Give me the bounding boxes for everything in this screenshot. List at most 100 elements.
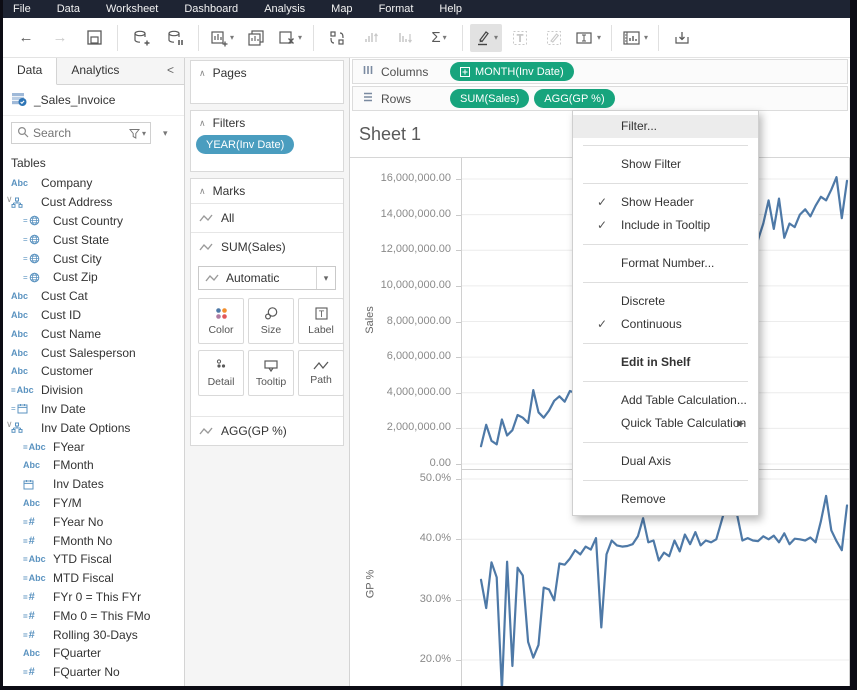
tab-analytics[interactable]: Analytics [57, 58, 133, 84]
marks-item-sum-sales[interactable]: SUM(Sales) [191, 232, 343, 261]
field-cust-salesperson[interactable]: AbcCust Salesperson [3, 343, 184, 362]
undo-icon[interactable]: ← [10, 24, 42, 52]
menu-item-format-number[interactable]: Format Number... [573, 252, 758, 275]
sort-descending-icon[interactable] [389, 24, 421, 52]
menu-map[interactable]: Map [318, 0, 365, 18]
menu-item-remove[interactable]: Remove [573, 488, 758, 511]
label-button[interactable]: T Label [298, 298, 344, 344]
field-fquarter[interactable]: AbcFQuarter [3, 644, 184, 663]
search-box[interactable]: ▾ [11, 122, 151, 144]
collapse-card-icon[interactable]: ∧ [199, 186, 206, 197]
menu-item-dual-axis[interactable]: Dual Axis [573, 450, 758, 473]
redo-icon[interactable]: → [44, 24, 76, 52]
field-inv-dates[interactable]: Inv Dates [3, 475, 184, 494]
datasource-row[interactable]: _Sales_Invoice [3, 85, 184, 116]
search-input[interactable] [29, 125, 119, 141]
field-fyear[interactable]: =AbcFYear [3, 437, 184, 456]
collapse-panel-icon[interactable]: < [157, 58, 184, 84]
field-company[interactable]: AbcCompany [3, 174, 184, 193]
field-inv-date-options[interactable]: ∨Inv Date Options [3, 418, 184, 437]
menu-item-quick-table-calculation[interactable]: Quick Table Calculation▶ [573, 412, 758, 435]
field-fmonth-no[interactable]: =#FMonth No [3, 531, 184, 550]
filter-pill-year-inv-date[interactable]: YEAR(Inv Date) [196, 135, 294, 154]
marks-item-agg-gp[interactable]: AGG(GP %) [191, 416, 343, 445]
marks-item-all[interactable]: All [191, 203, 343, 232]
field-mtd-fiscal[interactable]: =AbcMTD Fiscal [3, 569, 184, 588]
menu-help[interactable]: Help [426, 0, 475, 18]
rows-shelf[interactable]: Rows SUM(Sales)AGG(GP %) [352, 86, 848, 111]
menu-item-add-table-calculation[interactable]: Add Table Calculation... [573, 389, 758, 412]
save-icon[interactable] [78, 24, 110, 52]
field-fmo-0-this-fmo[interactable]: =#FMo 0 = This FMo [3, 606, 184, 625]
field-division[interactable]: =AbcDivision [3, 381, 184, 400]
sort-ascending-icon[interactable] [355, 24, 387, 52]
collapse-card-icon[interactable]: ∧ [199, 118, 206, 129]
field-fquarter-no[interactable]: =#FQuarter No [3, 663, 184, 682]
menu-item-continuous[interactable]: ✓Continuous [573, 313, 758, 336]
field-cust-country[interactable]: =Cust Country [3, 212, 184, 231]
expand-pill-icon[interactable] [460, 67, 470, 77]
toolbar-separator [117, 25, 118, 51]
menu-file[interactable]: File [0, 0, 44, 18]
field-fyear-no[interactable]: =#FYear No [3, 512, 184, 531]
clear-sheet-icon[interactable]: ▾ [274, 24, 306, 52]
pill-sum-sales-[interactable]: SUM(Sales) [450, 89, 529, 108]
menu-data[interactable]: Data [44, 0, 93, 18]
menu-item-show-filter[interactable]: Show Filter [573, 153, 758, 176]
menu-format[interactable]: Format [366, 0, 427, 18]
tab-data[interactable]: Data [3, 58, 57, 85]
columns-shelf[interactable]: Columns MONTH(Inv Date) [352, 59, 848, 84]
menu-analysis[interactable]: Analysis [251, 0, 318, 18]
collapse-card-icon[interactable]: ∧ [199, 68, 206, 79]
pause-auto-updates-icon[interactable] [159, 24, 191, 52]
field-cust-zip[interactable]: =Cust Zip [3, 268, 184, 287]
show-me-icon[interactable]: ▾ [619, 24, 651, 52]
menu-item-filter[interactable]: Filter... [573, 115, 758, 138]
menu-item-show-header[interactable]: ✓Show Header [573, 191, 758, 214]
menu-item-include-in-tooltip[interactable]: ✓Include in Tooltip [573, 214, 758, 237]
field-cust-id[interactable]: AbcCust ID [3, 306, 184, 325]
svg-text:T: T [318, 309, 324, 319]
field-fmonth[interactable]: AbcFMonth [3, 456, 184, 475]
menu-item-edit-in-shelf[interactable]: Edit in Shelf [573, 351, 758, 374]
expander-chevron-icon[interactable]: ∨ [6, 419, 13, 430]
pill-month-inv-date-[interactable]: MONTH(Inv Date) [450, 62, 574, 81]
field-cust-name[interactable]: AbcCust Name [3, 324, 184, 343]
menu-item-discrete[interactable]: Discrete [573, 290, 758, 313]
pill-agg-gp-[interactable]: AGG(GP %) [534, 89, 614, 108]
format-workbook-icon[interactable] [538, 24, 570, 52]
field-cust-address[interactable]: ∨Cust Address [3, 193, 184, 212]
menu-separator [583, 442, 748, 443]
new-worksheet-icon[interactable]: ▾ [206, 24, 238, 52]
field-cust-cat[interactable]: AbcCust Cat [3, 287, 184, 306]
field-cust-city[interactable]: =Cust City [3, 249, 184, 268]
expander-chevron-icon[interactable]: ∨ [6, 194, 13, 205]
show-mark-labels-icon[interactable]: T [504, 24, 536, 52]
size-button[interactable]: Size [248, 298, 294, 344]
mark-type-dropdown[interactable]: Automatic ▾ [198, 266, 336, 290]
field-customer[interactable]: AbcCustomer [3, 362, 184, 381]
color-button[interactable]: Color [198, 298, 244, 344]
duplicate-sheet-icon[interactable] [240, 24, 272, 52]
axis-tick-label: 12,000,000.00 [381, 243, 451, 255]
field-rolling-30-days[interactable]: =#Rolling 30-Days [3, 625, 184, 644]
fit-selector-icon[interactable]: ▾ [572, 24, 604, 52]
field-cust-state[interactable]: =Cust State [3, 230, 184, 249]
add-datasource-icon[interactable] [125, 24, 157, 52]
menu-dashboard[interactable]: Dashboard [171, 0, 251, 18]
toolbar-separator [462, 25, 463, 51]
swap-rows-columns-icon[interactable] [321, 24, 353, 52]
path-button[interactable]: Path [298, 350, 344, 396]
tooltip-button[interactable]: Tooltip [248, 350, 294, 396]
download-icon[interactable] [666, 24, 698, 52]
data-pane-menu-icon[interactable]: ▾ [163, 128, 168, 139]
filter-fields-icon[interactable]: ▾ [129, 128, 150, 139]
field-fyr-0-this-fyr[interactable]: =#FYr 0 = This FYr [3, 588, 184, 607]
field-fy-m[interactable]: AbcFY/M [3, 494, 184, 513]
field-ytd-fiscal[interactable]: =AbcYTD Fiscal [3, 550, 184, 569]
highlight-icon[interactable]: ▾ [470, 24, 502, 52]
field-inv-date[interactable]: =Inv Date [3, 400, 184, 419]
totals-icon[interactable]: Σ▾ [423, 24, 455, 52]
menu-worksheet[interactable]: Worksheet [93, 0, 171, 18]
detail-button[interactable]: Detail [198, 350, 244, 396]
